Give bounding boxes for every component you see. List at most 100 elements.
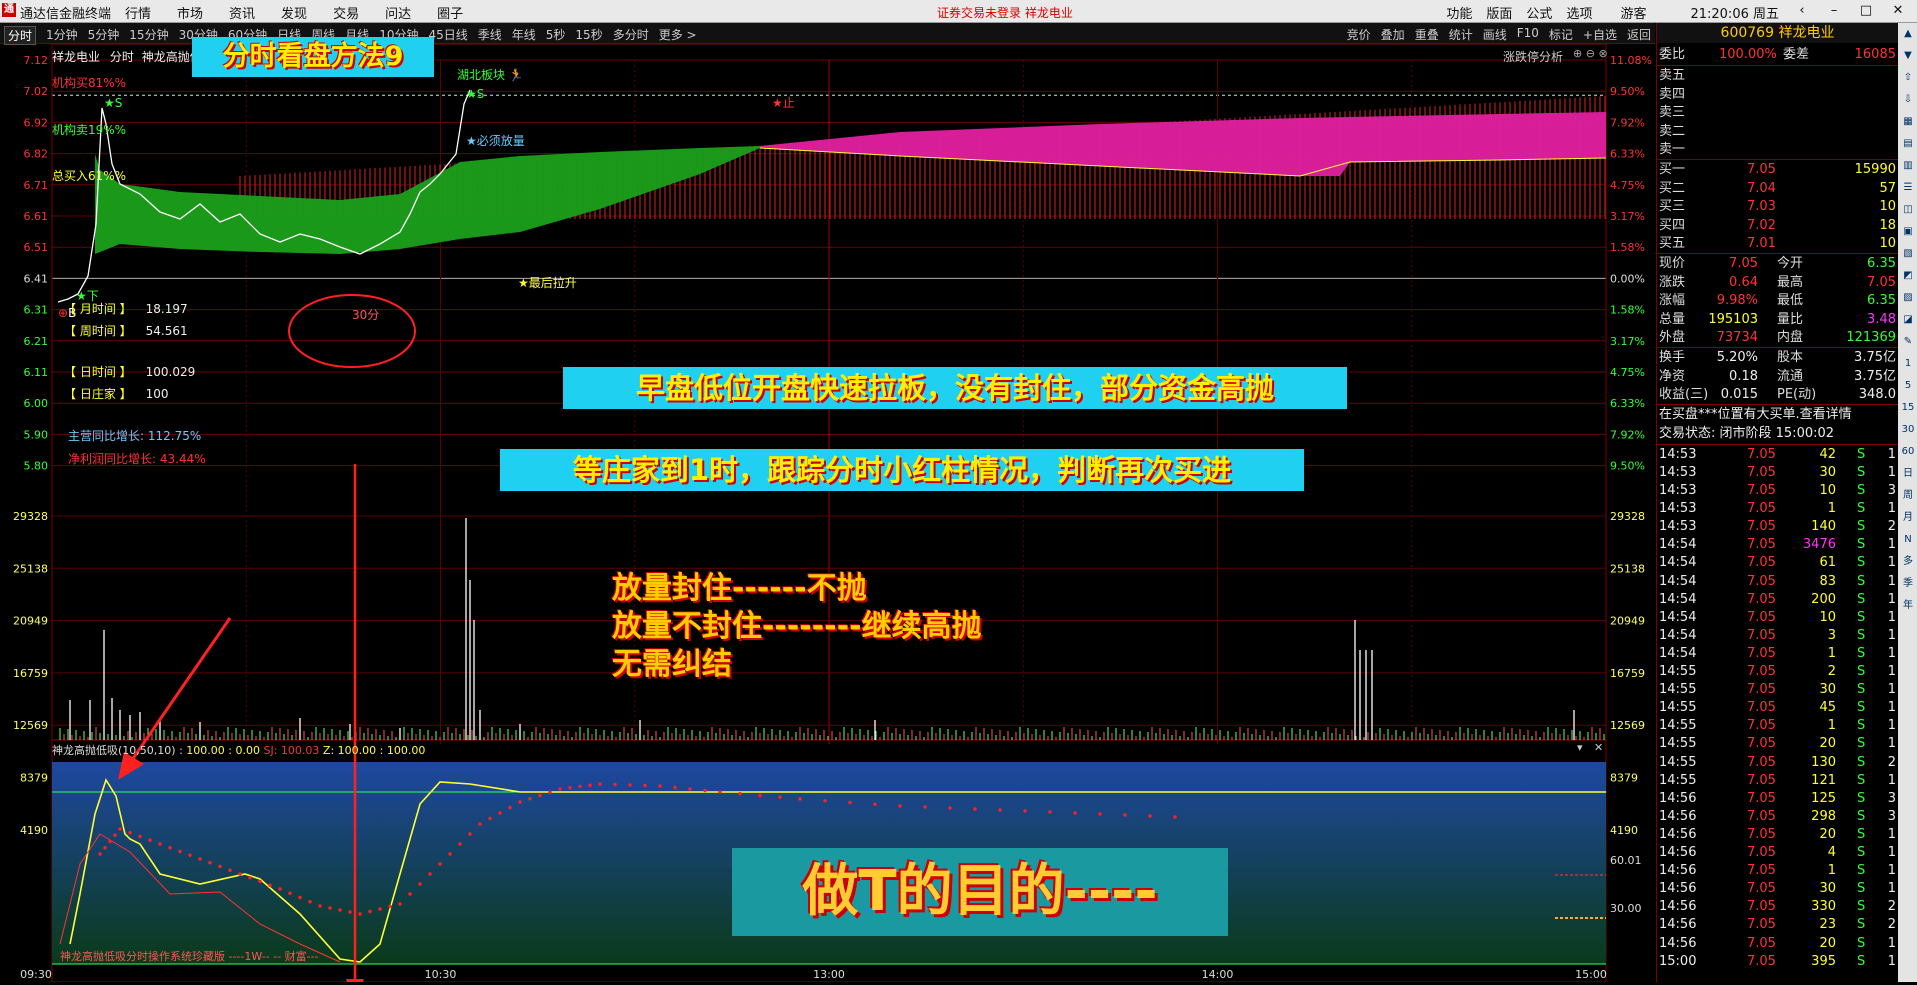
tab-14[interactable]: 15秒 [575,26,602,45]
zt-analysis-button[interactable]: 涨跌停分析 [1503,48,1563,65]
user-guest[interactable]: 游客 [1620,3,1646,22]
menu-discover[interactable]: 发现 [281,3,307,22]
sidebar-period-季[interactable]: 季 [1898,573,1917,595]
tick-row[interactable]: 14:54 7.05 1 S 1 [1657,644,1898,663]
tool-0[interactable]: 竞价 [1347,26,1371,43]
menu-layout[interactable]: 版面 [1486,3,1512,22]
sidebar-period-日[interactable]: 日 [1898,463,1917,485]
tool-7[interactable]: +自选 [1583,26,1617,43]
tick-row[interactable]: 14:53 7.05 10 S 3 [1657,481,1898,500]
close-osc-icon[interactable]: ✕ [1594,741,1603,754]
menu-function[interactable]: 功能 [1446,3,1472,22]
stat2-row[interactable]: 净资 0.18 流通 3.75亿 [1657,367,1898,386]
tick-row[interactable]: 14:56 7.05 4 S 1 [1657,843,1898,862]
sidebar-period-60[interactable]: 60 [1898,441,1917,463]
tick-row[interactable]: 14:54 7.05 10 S 1 [1657,608,1898,627]
stat2-row[interactable]: 收益(三) 0.015 PE(动) 348.0 [1657,385,1898,404]
notice-row[interactable]: 在买盘***位置有大买单.查看详情 [1657,405,1898,424]
sidebar-period-30[interactable]: 30 [1898,419,1917,441]
back-icon[interactable]: ‹ [1793,3,1811,22]
tick-row[interactable]: 14:55 7.05 45 S 1 [1657,698,1898,717]
tick-row[interactable]: 14:56 7.05 20 S 1 [1657,825,1898,844]
sell-row[interactable]: 卖一 [1657,140,1898,159]
tab-1[interactable]: 1分钟 [46,26,78,45]
sidebar-tool-icon[interactable]: ▲ [1898,23,1917,45]
sidebar-period-N[interactable]: N [1898,529,1917,551]
tick-row[interactable]: 14:54 7.05 83 S 1 [1657,572,1898,591]
tab-0[interactable]: 分时 [4,26,37,45]
buy-row[interactable]: 买二 7.04 57 [1657,179,1898,198]
menu-quotes[interactable]: 行情 [125,3,151,22]
tick-row[interactable]: 14:53 7.05 1 S 1 [1657,499,1898,518]
stat-row[interactable]: 涨跌 0.64 最高 7.05 [1657,273,1898,292]
sell-row[interactable]: 卖三 [1657,103,1898,122]
sidebar-tool-icon[interactable]: ▣ [1898,221,1917,243]
tab-10[interactable]: 45日线 [428,26,467,45]
plus-icon[interactable]: ⊕ [1573,47,1582,60]
menu-ask[interactable]: 问达 [385,3,411,22]
tick-row[interactable]: 14:55 7.05 30 S 1 [1657,680,1898,699]
tick-row[interactable]: 14:53 7.05 30 S 1 [1657,463,1898,482]
menu-market[interactable]: 市场 [177,3,203,22]
sidebar-tool-icon[interactable]: ⇩ [1898,89,1917,111]
sidebar-tool-icon[interactable]: ◩ [1898,265,1917,287]
sell-row[interactable]: 卖四 [1657,85,1898,104]
tick-row[interactable]: 14:55 7.05 20 S 1 [1657,734,1898,753]
tab-3[interactable]: 15分钟 [129,26,168,45]
tick-row[interactable]: 14:55 7.05 2 S 1 [1657,662,1898,681]
sidebar-period-月[interactable]: 月 [1898,507,1917,529]
sidebar-tool-icon[interactable]: ⇧ [1898,67,1917,89]
tick-row[interactable]: 15:00 7.05 395 S 1 [1657,952,1898,971]
dropdown-icon[interactable]: ▾ [1577,741,1583,754]
tick-row[interactable]: 14:56 7.05 30 S 1 [1657,879,1898,898]
stat2-row[interactable]: 换手 5.20% 股本 3.75亿 [1657,348,1898,367]
buy-row[interactable]: 买四 7.02 18 [1657,216,1898,235]
login-notice[interactable]: 证券交易未登录 祥龙电业 [937,4,1073,21]
tab-11[interactable]: 季线 [478,26,502,45]
tick-row[interactable]: 14:55 7.05 121 S 1 [1657,771,1898,790]
tick-row[interactable]: 14:54 7.05 3 S 1 [1657,626,1898,645]
sell-row[interactable]: 卖五 [1657,66,1898,85]
sidebar-tool-icon[interactable]: ▥ [1898,155,1917,177]
tool-3[interactable]: 统计 [1449,26,1473,43]
menu-circle[interactable]: 圈子 [437,3,463,22]
tick-row[interactable]: 14:54 7.05 61 S 1 [1657,553,1898,572]
tool-1[interactable]: 叠加 [1381,26,1405,43]
tick-row[interactable]: 14:54 7.05 200 S 1 [1657,590,1898,609]
sidebar-period-多[interactable]: 多 [1898,551,1917,573]
tab-13[interactable]: 5秒 [546,26,566,45]
tick-row[interactable]: 14:56 7.05 298 S 3 [1657,807,1898,826]
tab-12[interactable]: 年线 [512,26,536,45]
sidebar-period-1[interactable]: 1 [1898,353,1917,375]
sidebar-tool-icon[interactable]: ✎ [1898,331,1917,353]
tick-row[interactable]: 14:56 7.05 125 S 3 [1657,789,1898,808]
minimize-icon[interactable]: – [1825,3,1843,22]
sidebar-tool-icon[interactable]: ▤ [1898,133,1917,155]
buy-row[interactable]: 买三 7.03 10 [1657,197,1898,216]
close-icon[interactable]: ✕ [1889,3,1907,22]
menu-news[interactable]: 资讯 [229,3,255,22]
tab-2[interactable]: 5分钟 [88,26,120,45]
tick-row[interactable]: 14:56 7.05 1 S 1 [1657,861,1898,880]
menu-trade[interactable]: 交易 [333,3,359,22]
sidebar-tool-icon[interactable]: ◫ [1898,199,1917,221]
weibi-row[interactable]: 委比 100.00% 委差 16085 [1657,45,1898,64]
sidebar-tool-icon[interactable]: ▼ [1898,45,1917,67]
maximize-icon[interactable]: □ [1857,3,1875,22]
tick-row[interactable]: 14:56 7.05 23 S 2 [1657,915,1898,934]
sidebar-tool-icon[interactable]: ◪ [1898,309,1917,331]
menu-options[interactable]: 选项 [1566,3,1592,22]
status-row[interactable]: 交易状态: 闭市阶段 15:00:02 [1657,424,1898,443]
tick-row[interactable]: 14:56 7.05 330 S 2 [1657,897,1898,916]
menu-formula[interactable]: 公式 [1526,3,1552,22]
stat-row[interactable]: 涨幅 9.98% 最低 6.35 [1657,291,1898,310]
tick-row[interactable]: 14:55 7.05 130 S 2 [1657,753,1898,772]
buy-row[interactable]: 买五 7.01 10 [1657,234,1898,253]
buy-row[interactable]: 买一 7.05 15990 [1657,160,1898,179]
tab-15[interactable]: 多分时 [613,26,649,45]
tick-row[interactable]: 14:53 7.05 140 S 2 [1657,517,1898,536]
close-panel-icon[interactable]: ⊗ [1598,47,1607,60]
sidebar-period-15[interactable]: 15 [1898,397,1917,419]
tick-row[interactable]: 14:55 7.05 1 S 1 [1657,716,1898,735]
sidebar-period-年[interactable]: 年 [1898,595,1917,617]
